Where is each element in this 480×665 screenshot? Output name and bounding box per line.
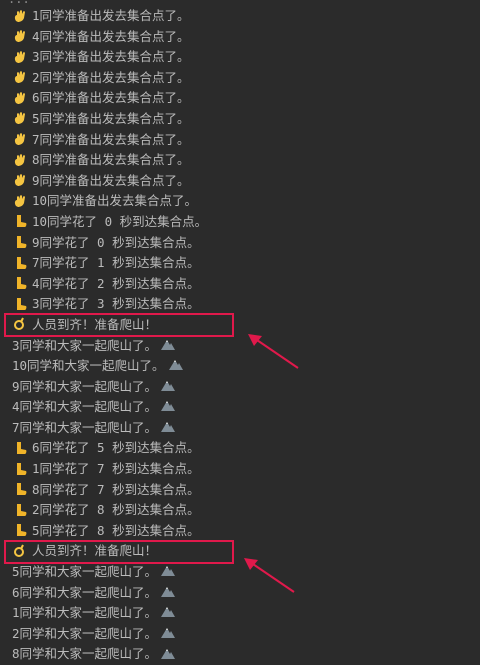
console-line: 7同学和大家一起爬山了。 <box>0 418 480 439</box>
console-line: 1同学和大家一起爬山了。 <box>0 603 480 624</box>
console-line: 9同学准备出发去集合点了。 <box>0 171 480 192</box>
console-line: 5同学准备出发去集合点了。 <box>0 109 480 130</box>
console-line-text: 8同学花了 7 秒到达集合点。 <box>32 481 200 497</box>
console-line-text: 4同学花了 2 秒到达集合点。 <box>32 275 200 291</box>
console-line-text: 9同学准备出发去集合点了。 <box>32 172 190 188</box>
mountain-icon <box>161 336 176 357</box>
console-line: 3同学准备出发去集合点了。 <box>0 47 480 68</box>
console-line: 8同学花了 7 秒到达集合点。 <box>0 480 480 501</box>
mountain-icon <box>168 356 183 377</box>
console-line-text: 5同学准备出发去集合点了。 <box>32 111 190 127</box>
waving-hand-icon <box>12 153 28 169</box>
console-line: 6同学花了 5 秒到达集合点。 <box>0 438 480 459</box>
console-line: 1同学准备出发去集合点了。 <box>0 6 480 27</box>
waving-hand-icon <box>12 29 28 45</box>
console-output: ... 1同学准备出发去集合点了。4同学准备出发去集合点了。3同学准备出发去集合… <box>0 0 480 665</box>
console-line-text: 6同学准备出发去集合点了。 <box>32 90 190 106</box>
console-line-text: 6同学花了 5 秒到达集合点。 <box>32 440 200 456</box>
console-line-text: 2同学和大家一起爬山了。 <box>12 626 158 642</box>
mountain-icon <box>161 645 176 665</box>
console-line: 8同学和大家一起爬山了。 <box>0 644 480 665</box>
foot-icon <box>12 256 28 272</box>
console-line-text: 9同学花了 0 秒到达集合点。 <box>32 234 200 250</box>
foot-icon <box>12 503 28 519</box>
foot-icon <box>12 297 28 313</box>
arrow-1-icon <box>248 334 299 369</box>
console-line-text: 1同学和大家一起爬山了。 <box>12 605 158 621</box>
console-line: 6同学准备出发去集合点了。 <box>0 88 480 109</box>
console-line-text: 10同学花了 0 秒到达集合点。 <box>32 214 208 230</box>
console-line: 2同学准备出发去集合点了。 <box>0 68 480 89</box>
foot-icon <box>12 441 28 457</box>
console-line-text: 4同学准备出发去集合点了。 <box>32 28 190 44</box>
mountain-icon <box>161 583 176 604</box>
console-line-text: 7同学准备出发去集合点了。 <box>32 131 190 147</box>
console-line: 2同学和大家一起爬山了。 <box>0 624 480 645</box>
mountain-icon <box>161 603 176 624</box>
console-line: 2同学花了 8 秒到达集合点。 <box>0 500 480 521</box>
foot-icon <box>12 482 28 498</box>
mountain-icon <box>161 562 176 583</box>
foot-icon <box>12 523 28 539</box>
waving-hand-icon <box>12 194 28 210</box>
console-line-text: 2同学准备出发去集合点了。 <box>32 69 190 85</box>
console-line: 10同学准备出发去集合点了。 <box>0 191 480 212</box>
console-line-text: 8同学和大家一起爬山了。 <box>12 646 158 662</box>
console-line-text: 7同学花了 1 秒到达集合点。 <box>32 255 200 271</box>
waving-hand-icon <box>12 91 28 107</box>
arrow-2-icon <box>244 558 295 593</box>
foot-icon <box>12 214 28 230</box>
console-line: 5同学花了 8 秒到达集合点。 <box>0 521 480 542</box>
console-line-text: 1同学准备出发去集合点了。 <box>32 8 190 24</box>
console-line-text: 6同学和大家一起爬山了。 <box>12 584 158 600</box>
mountain-icon <box>161 377 176 398</box>
console-line: 1同学花了 7 秒到达集合点。 <box>0 459 480 480</box>
console-line-text: 9同学和大家一起爬山了。 <box>12 378 158 394</box>
waving-hand-icon <box>12 9 28 25</box>
console-line-text: 3同学和大家一起爬山了。 <box>12 337 158 353</box>
mountain-icon <box>161 397 176 418</box>
console-line-text: 3同学准备出发去集合点了。 <box>32 49 190 65</box>
console-line-text: 5同学花了 8 秒到达集合点。 <box>32 523 200 539</box>
console-line: 3同学花了 3 秒到达集合点。 <box>0 294 480 315</box>
console-line-text: 10同学准备出发去集合点了。 <box>32 193 198 209</box>
highlight-box-2 <box>4 539 234 564</box>
console-line-text: 1同学花了 7 秒到达集合点。 <box>32 461 200 477</box>
foot-icon <box>12 276 28 292</box>
console-line: 8同学准备出发去集合点了。 <box>0 150 480 171</box>
console-line: 7同学准备出发去集合点了。 <box>0 130 480 151</box>
waving-hand-icon <box>12 111 28 127</box>
console-line-text: 8同学准备出发去集合点了。 <box>32 152 190 168</box>
console-line-text: 7同学和大家一起爬山了。 <box>12 420 158 436</box>
console-line: 9同学和大家一起爬山了。 <box>0 377 480 398</box>
console-line-text: 4同学和大家一起爬山了。 <box>12 399 158 415</box>
mountain-icon <box>161 418 176 439</box>
console-line: 4同学和大家一起爬山了。 <box>0 397 480 418</box>
console-line: 7同学花了 1 秒到达集合点。 <box>0 253 480 274</box>
console-line-text: 10同学和大家一起爬山了。 <box>12 358 165 374</box>
console-line-text: 3同学花了 3 秒到达集合点。 <box>32 296 200 312</box>
console-line-text: 5同学和大家一起爬山了。 <box>12 564 158 580</box>
foot-icon <box>12 235 28 251</box>
highlight-box-1 <box>4 313 234 337</box>
console-line: 4同学准备出发去集合点了。 <box>0 27 480 48</box>
waving-hand-icon <box>12 50 28 66</box>
waving-hand-icon <box>12 70 28 86</box>
waving-hand-icon <box>12 173 28 189</box>
mountain-icon <box>161 624 176 645</box>
console-line: 10同学花了 0 秒到达集合点。 <box>0 212 480 233</box>
foot-icon <box>12 462 28 478</box>
console-line: 9同学花了 0 秒到达集合点。 <box>0 233 480 254</box>
console-line: 4同学花了 2 秒到达集合点。 <box>0 274 480 295</box>
waving-hand-icon <box>12 132 28 148</box>
console-line-text: 2同学花了 8 秒到达集合点。 <box>32 502 200 518</box>
